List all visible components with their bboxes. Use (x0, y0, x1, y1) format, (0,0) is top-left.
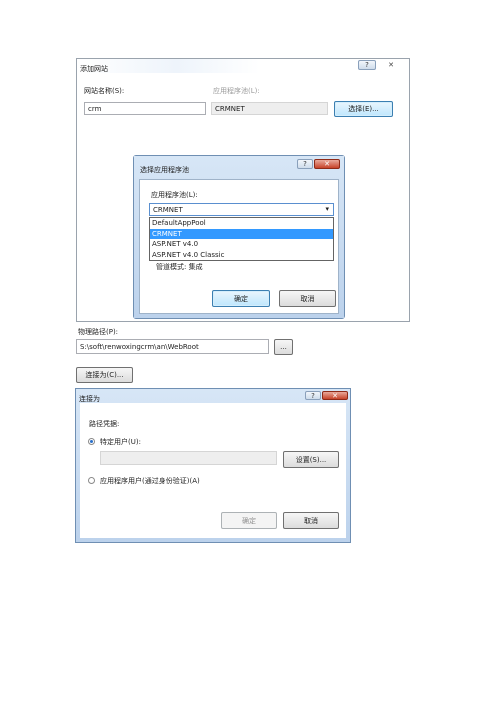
app-pool-field: CRMNET (211, 102, 328, 115)
pool-option[interactable]: CRMNET (150, 228, 333, 239)
set-credentials-button[interactable]: 设置(S)... (283, 451, 339, 468)
app-pool-select-value: CRMNET (153, 205, 183, 214)
chevron-down-icon: ▾ (325, 205, 329, 213)
select-app-pool-button[interactable]: 选择(E)... (334, 101, 393, 117)
connect-cancel-button[interactable]: 取消 (283, 512, 339, 529)
browse-button[interactable]: ... (274, 339, 293, 355)
pool-close-icon[interactable]: ✕ (314, 159, 340, 169)
pool-help-icon[interactable]: ? (297, 159, 313, 169)
specific-user-radio[interactable] (88, 438, 95, 445)
pool-label: 应用程序池(L): (151, 191, 198, 199)
close-icon[interactable]: ✕ (382, 60, 400, 70)
app-pool-dropdown-list: DefaultAppPool CRMNET ASP.NET v4.0 ASP.NET … (149, 217, 334, 261)
connect-ok-button: 确定 (221, 512, 277, 529)
help-icon[interactable]: ? (358, 60, 376, 70)
connect-as-dialog: 连接为 ? ✕ 路径凭据: 特定用户(U): 设置(S)... 应用程序用户(通… (75, 388, 351, 543)
pool-cancel-button[interactable]: 取消 (279, 290, 336, 307)
specific-user-label: 特定用户(U): (100, 438, 141, 446)
app-user-label: 应用程序用户(通过身份验证)(A) (100, 477, 200, 485)
app-pool-label: 应用程序池(L): (213, 87, 260, 95)
path-credentials-label: 路径凭据: (89, 420, 120, 428)
pool-option[interactable]: ASP.NET v4.0 (150, 239, 333, 250)
pool-option[interactable]: ASP.NET v4.0 Classic (150, 250, 333, 261)
physical-path-input[interactable]: S:\soft\renwoxingcrm\an\WebRoot (76, 339, 269, 354)
connect-help-icon[interactable]: ? (305, 391, 321, 400)
select-pool-title: 选择应用程序池 (140, 166, 189, 174)
site-name-input[interactable]: crm (84, 102, 206, 115)
app-user-radio[interactable] (88, 477, 95, 484)
specific-user-field (100, 451, 277, 465)
select-pool-dialog: 选择应用程序池 ? ✕ 应用程序池(L): CRMNET ▾ DefaultAp… (133, 155, 345, 319)
connect-close-icon[interactable]: ✕ (322, 391, 348, 400)
physical-path-label: 物理路径(P): (78, 328, 119, 336)
site-name-label: 网站名称(S): (84, 87, 125, 95)
app-pool-select[interactable]: CRMNET ▾ (149, 203, 334, 216)
connect-as-button[interactable]: 连接为(C)... (76, 367, 133, 383)
pool-ok-button[interactable]: 确定 (212, 290, 270, 307)
pipeline-mode-text: 管道模式: 集成 (156, 263, 203, 271)
pool-option[interactable]: DefaultAppPool (150, 218, 333, 229)
